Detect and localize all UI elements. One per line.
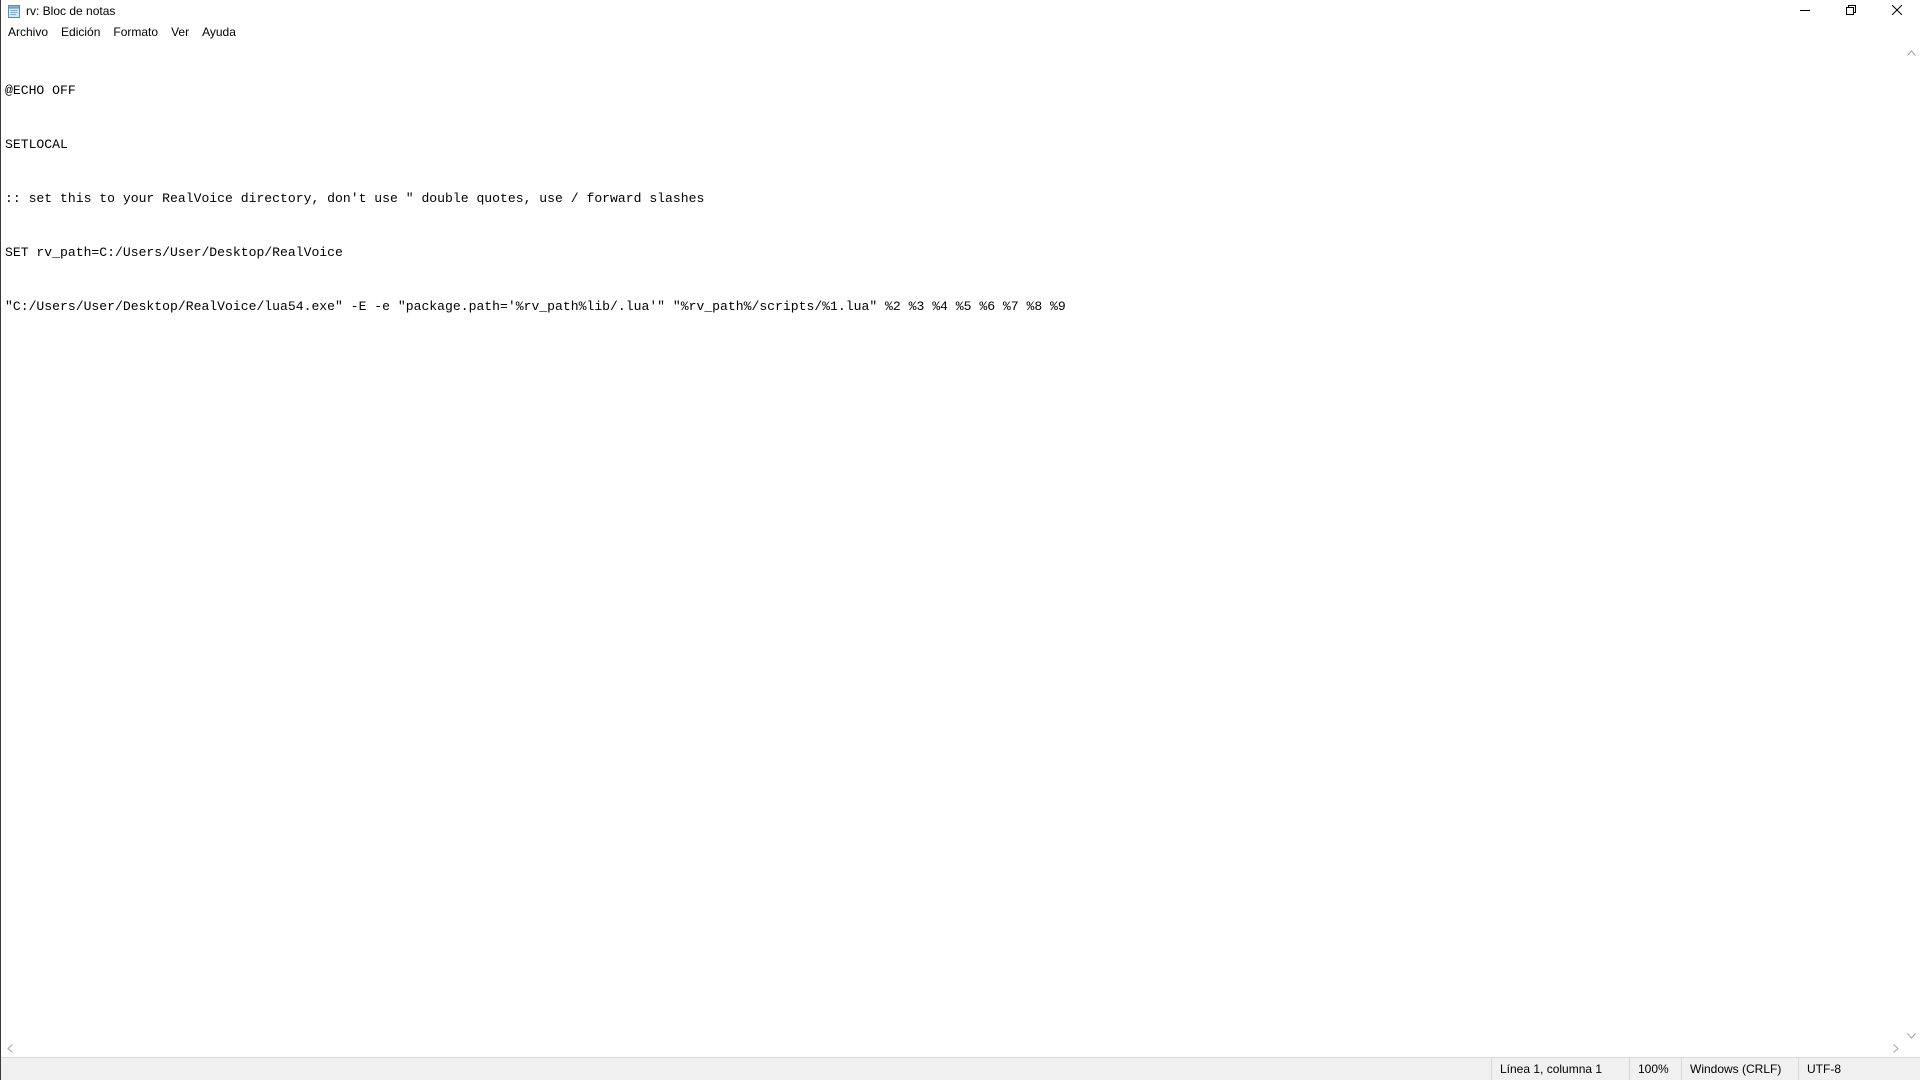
chevron-right-icon: [1892, 1040, 1899, 1058]
line-ending: Windows (CRLF): [1681, 1058, 1798, 1080]
editor-line: "C:/Users/User/Desktop/RealVoice/lua54.e…: [5, 299, 1066, 314]
editor-content[interactable]: @ECHO OFF SETLOCAL :: set this to your R…: [1, 43, 1904, 352]
menu-formato[interactable]: Formato: [106, 22, 164, 42]
menu-bar: Archivo Edición Formato Ver Ayuda: [1, 22, 1920, 42]
window-title: rv: Bloc de notas: [26, 4, 116, 18]
scroll-right-button[interactable]: [1887, 1040, 1904, 1057]
close-icon: [1892, 5, 1902, 15]
scrollbar-corner: [1903, 1040, 1920, 1057]
zoom-level: 100%: [1629, 1058, 1681, 1080]
menu-archivo[interactable]: Archivo: [1, 22, 54, 42]
minimize-icon: [1800, 5, 1810, 15]
restore-icon: [1846, 5, 1856, 15]
menu-ver[interactable]: Ver: [164, 22, 195, 42]
window-controls: [1782, 0, 1920, 20]
editor-line: @ECHO OFF: [5, 83, 76, 98]
editor-line: SET rv_path=C:/Users/User/Desktop/RealVo…: [5, 245, 343, 260]
editor-line: SETLOCAL: [5, 137, 68, 152]
minimize-button[interactable]: [1782, 0, 1828, 20]
menu-ayuda[interactable]: Ayuda: [195, 22, 242, 42]
cursor-position: Línea 1, columna 1: [1491, 1058, 1629, 1080]
status-bar: Línea 1, columna 1 100% Windows (CRLF) U…: [1, 1057, 1920, 1080]
menu-edicion[interactable]: Edición: [54, 22, 106, 42]
scroll-left-button[interactable]: [1, 1040, 18, 1057]
notepad-icon[interactable]: [7, 4, 21, 18]
vertical-scrollbar[interactable]: [1903, 43, 1920, 1043]
editor-line: :: set this to your RealVoice directory,…: [5, 191, 705, 206]
title-bar[interactable]: rv: Bloc de notas: [1, 0, 1920, 22]
restore-button[interactable]: [1828, 0, 1874, 20]
scroll-up-button[interactable]: [1903, 43, 1920, 60]
chevron-up-icon: [1907, 43, 1916, 61]
notepad-window: rv: Bloc de notas Archivo Edición Format…: [0, 0, 1920, 1080]
encoding: UTF-8: [1798, 1058, 1920, 1080]
text-editor[interactable]: @ECHO OFF SETLOCAL :: set this to your R…: [1, 43, 1904, 1043]
horizontal-scrollbar[interactable]: [1, 1040, 1904, 1057]
close-button[interactable]: [1874, 0, 1920, 20]
chevron-left-icon: [6, 1040, 13, 1058]
